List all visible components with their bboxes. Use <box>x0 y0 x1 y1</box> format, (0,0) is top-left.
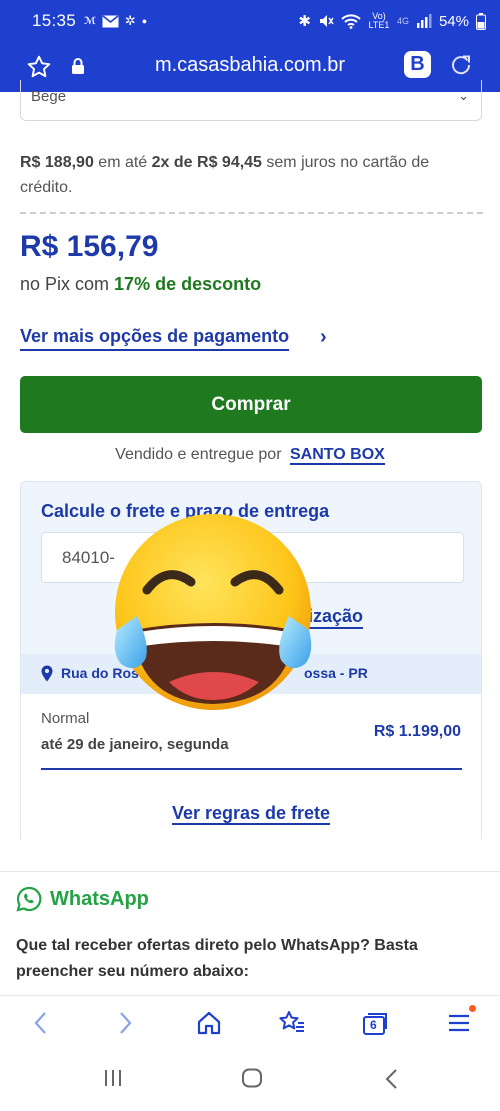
forward-icon[interactable] <box>114 1010 136 1036</box>
battery-percent: 54% <box>438 12 469 30</box>
more-notifications-dot: ● <box>141 16 148 26</box>
status-time: 15:35 <box>32 11 77 30</box>
seller-link[interactable]: SANTO BOX <box>289 446 385 465</box>
shipping-rules: Ver regras de frete <box>21 803 481 825</box>
status-bar: 15:35 ℳ ✲ ● ✱ Vo) LTE1 4G 54% <box>0 0 500 42</box>
whatsapp-header: WhatsApp <box>16 886 149 912</box>
reload-icon[interactable] <box>449 53 473 77</box>
casas-bahia-extension-icon[interactable]: B <box>404 51 431 78</box>
mute-icon <box>319 15 334 27</box>
shipping-option-date: até 29 de janeiro, segunda <box>41 736 229 753</box>
installment-price: R$ 188,90 <box>20 154 94 171</box>
chevron-down-icon: ⌄ <box>458 88 469 103</box>
shipping-option-price: R$ 1.199,00 <box>373 723 461 740</box>
seller-info: Vendido e entregue por SANTO BOX <box>0 446 500 465</box>
more-payment-options-link[interactable]: Ver mais opções de pagamento <box>20 326 290 351</box>
app-notification-icon: ℳ <box>84 15 96 27</box>
chevron-right-icon[interactable]: › <box>320 326 327 349</box>
whatsapp-title: WhatsApp <box>50 887 149 910</box>
system-back-icon[interactable] <box>384 1068 400 1090</box>
system-nav-bar <box>0 1050 500 1111</box>
back-icon[interactable] <box>30 1010 52 1036</box>
whatsapp-icon <box>16 886 42 912</box>
installment-count: 2x de R$ 94,45 <box>151 154 262 171</box>
signal-icon <box>416 14 432 28</box>
notification-dot <box>469 1005 476 1012</box>
divider <box>20 212 483 214</box>
battery-icon <box>476 12 486 30</box>
installment-text-1: em até <box>93 154 152 171</box>
color-select[interactable]: Bege ⌄ <box>20 80 482 121</box>
bookmarks-icon[interactable] <box>278 1010 306 1036</box>
settings-notification-icon: ✲ <box>124 13 136 28</box>
installment-info: R$ 188,90 em até 2x de R$ 94,45 sem juro… <box>20 150 485 200</box>
seller-prefix: Vendido e entregue por <box>115 446 282 463</box>
pix-discount: 17% de desconto <box>114 274 262 294</box>
shipping-rules-link[interactable]: Ver regras de frete <box>171 803 331 825</box>
signal-type: 4G <box>396 15 409 26</box>
menu-icon[interactable] <box>446 1010 472 1036</box>
laughing-emoji-icon <box>114 514 312 710</box>
network-label: Vo) LTE1 <box>368 11 390 30</box>
notification-icons: ℳ ✲ ● <box>84 13 147 29</box>
whatsapp-text: Que tal receber ofertas direto pelo What… <box>16 937 418 980</box>
color-select-value: Bege <box>31 88 67 105</box>
buy-button[interactable]: Comprar <box>20 376 482 433</box>
tab-count: 6 <box>370 1018 377 1032</box>
recent-apps-icon[interactable] <box>103 1068 123 1088</box>
mail-icon <box>102 14 119 27</box>
shipping-option-name: Normal <box>41 710 90 727</box>
pix-label: no Pix com 17% de desconto <box>20 274 261 295</box>
section-divider <box>0 871 500 872</box>
shipping-option-divider <box>41 768 462 770</box>
location-pin-icon <box>41 665 53 682</box>
pix-prefix: no Pix com <box>20 274 115 294</box>
wifi-icon <box>341 14 361 29</box>
system-status-icons: ✱ Vo) LTE1 4G 54% <box>298 12 486 30</box>
home-icon[interactable] <box>196 1010 222 1036</box>
pix-price: R$ 156,79 <box>20 230 159 263</box>
system-home-icon[interactable] <box>241 1068 263 1088</box>
browser-bottom-bar: 6 <box>0 995 500 1050</box>
bluetooth-icon: ✱ <box>298 13 311 30</box>
